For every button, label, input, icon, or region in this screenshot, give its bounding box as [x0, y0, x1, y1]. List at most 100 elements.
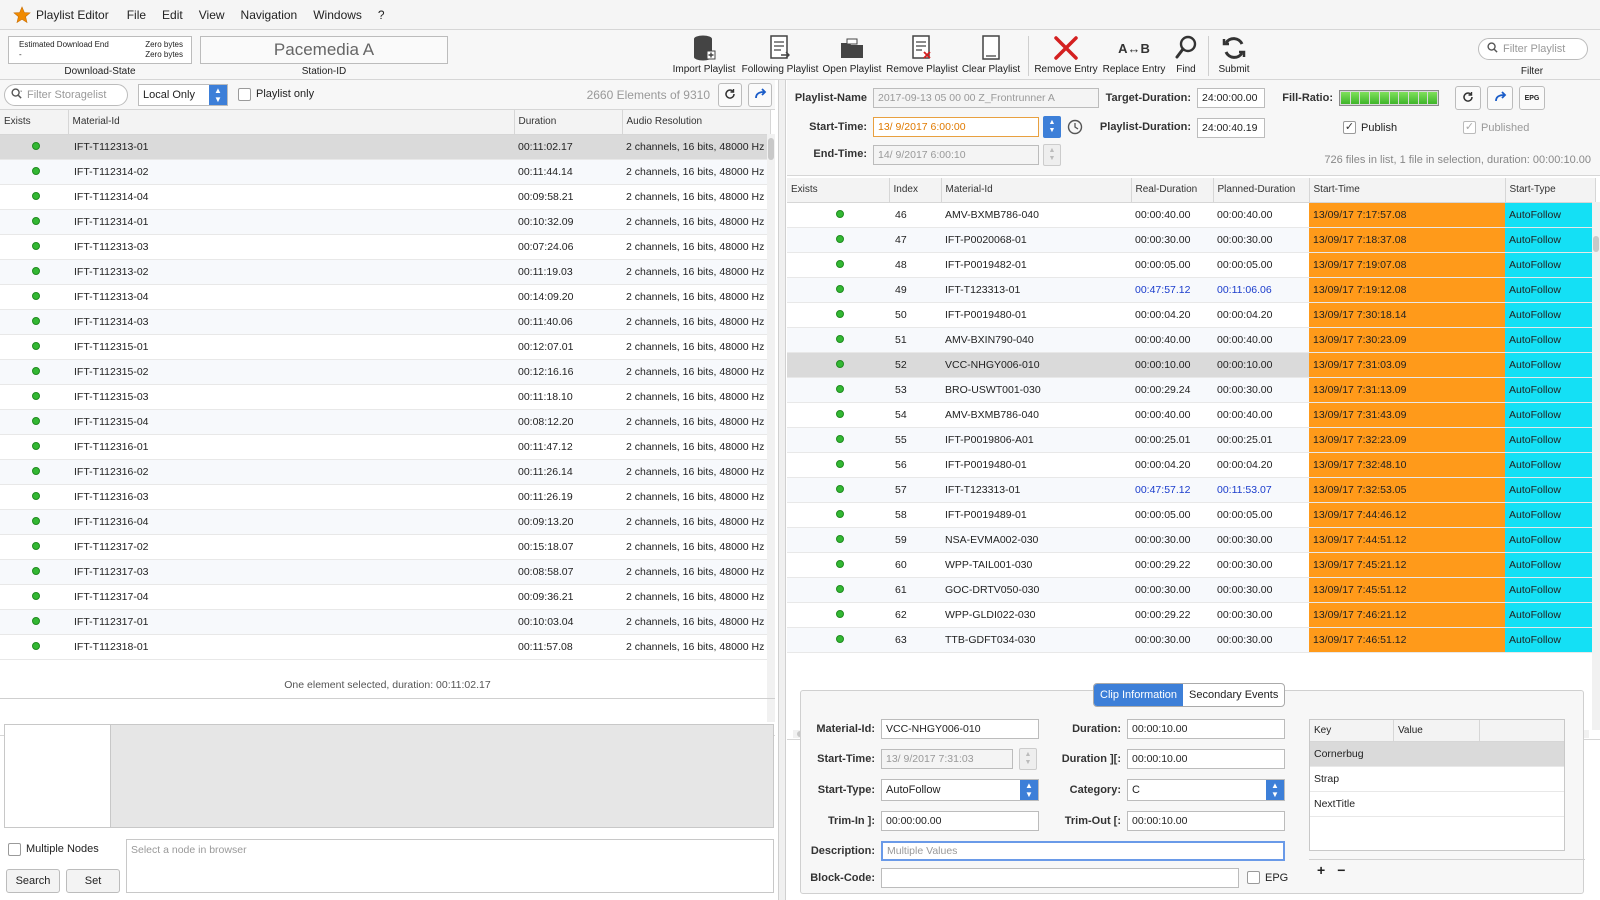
table-row[interactable]: 48 IFT-P0019482-01 00:00:05.00 00:00:05.00 1…: [787, 252, 1595, 278]
table-row[interactable]: 56 IFT-P0019480-01 00:00:04.20 00:00:04.20 1…: [787, 452, 1595, 478]
table-row[interactable]: IFT-T112313-01 00:11:02.17 2 channels, 16 …: [0, 134, 770, 160]
table-row[interactable]: IFT-T112317-02 00:15:18.07 2 channels, 16 …: [0, 534, 770, 560]
menu-windows[interactable]: Windows: [313, 8, 362, 22]
duration-input[interactable]: 00:00:10.00: [1127, 719, 1285, 739]
menu-help[interactable]: ?: [378, 8, 385, 22]
col-start-type[interactable]: Start-Type: [1505, 178, 1596, 203]
clear-playlist-button[interactable]: Clear Playlist: [960, 33, 1022, 79]
col-exists[interactable]: Exists: [0, 110, 69, 135]
forward-playlist-button[interactable]: [1487, 86, 1513, 110]
scope-select[interactable]: Local Only ▲ ▼: [138, 84, 228, 106]
table-row[interactable]: IFT-T112314-03 00:11:40.06 2 channels, 16 …: [0, 309, 770, 335]
remove-row-icon[interactable]: −: [1337, 862, 1345, 878]
remove-playlist-button[interactable]: Remove Playlist: [886, 33, 958, 79]
table-row[interactable]: IFT-T112314-01 00:10:32.09 2 channels, 16 …: [0, 209, 770, 235]
target-duration-input[interactable]: 24:00:00.00: [1197, 88, 1265, 108]
clock-icon[interactable]: [1067, 119, 1083, 138]
playlist-only-checkbox[interactable]: [238, 88, 251, 101]
table-row[interactable]: 52 VCC-NHGY006-010 00:00:10.00 00:00:10.00 1…: [787, 352, 1595, 378]
menu-view[interactable]: View: [199, 8, 225, 22]
table-row[interactable]: IFT-T112317-04 00:09:36.21 2 channels, 16 …: [0, 584, 770, 610]
following-playlist-button[interactable]: Following Playlist: [742, 33, 818, 79]
submit-button[interactable]: Submit: [1214, 33, 1254, 79]
table-row[interactable]: IFT-T112315-02 00:12:16.16 2 channels, 16 …: [0, 359, 770, 385]
find-button[interactable]: Find: [1168, 33, 1204, 79]
filter-playlist-input[interactable]: Filter Playlist: [1478, 38, 1588, 60]
table-row[interactable]: 53 BRO-USWT001-030 00:00:29.24 00:00:30.00 1…: [787, 377, 1595, 403]
table-row[interactable]: IFT-T112315-04 00:08:12.20 2 channels, 16 …: [0, 409, 770, 435]
kv-row[interactable]: Strap: [1310, 767, 1564, 792]
replace-entry-button[interactable]: A↔B Replace Entry: [1102, 33, 1166, 79]
filter-storagelist-input[interactable]: Filter Storagelist: [4, 84, 128, 106]
table-row[interactable]: 57 IFT-T123313-01 00:47:57.12 00:11:53.07 13…: [787, 477, 1595, 503]
menu-file[interactable]: File: [127, 8, 146, 22]
table-row[interactable]: 47 IFT-P0020068-01 00:00:30.00 00:00:30.00 1…: [787, 227, 1595, 253]
playlist-vscroll-thumb[interactable]: [1593, 236, 1599, 252]
forward-storage-button[interactable]: [748, 83, 772, 107]
publish-checkbox[interactable]: ✓: [1343, 121, 1356, 134]
playlist-name-input[interactable]: 2017-09-13 05 00 00 Z_Frontrunner A: [873, 88, 1099, 108]
refresh-storage-button[interactable]: [718, 83, 742, 107]
table-row[interactable]: IFT-T112318-01 00:11:57.08 2 channels, 16 …: [0, 634, 770, 660]
set-button[interactable]: Set: [66, 869, 120, 893]
kv-row[interactable]: Cornerbug: [1310, 742, 1564, 767]
table-row[interactable]: IFT-T112313-03 00:07:24.06 2 channels, 16 …: [0, 234, 770, 260]
storage-vscrollbar[interactable]: [767, 134, 775, 722]
col-exists[interactable]: Exists: [787, 178, 890, 203]
col-start-time[interactable]: Start-Time: [1309, 178, 1506, 203]
table-row[interactable]: 61 GOC-DRTV050-030 00:00:30.00 00:00:30.00 1…: [787, 577, 1595, 603]
table-row[interactable]: IFT-T112315-03 00:11:18.10 2 channels, 16 …: [0, 384, 770, 410]
duration2-input[interactable]: 00:00:10.00: [1127, 749, 1285, 769]
table-row[interactable]: 58 IFT-P0019489-01 00:00:05.00 00:00:05.00 1…: [787, 502, 1595, 528]
station-id-field[interactable]: Pacemedia A: [200, 36, 448, 64]
table-row[interactable]: 50 IFT-P0019480-01 00:00:04.20 00:00:04.20 1…: [787, 302, 1595, 328]
col-planned-duration[interactable]: Planned-Duration: [1213, 178, 1310, 203]
table-row[interactable]: IFT-T112315-01 00:12:07.01 2 channels, 16 …: [0, 334, 770, 360]
table-row[interactable]: 46 AMV-BXMB786-040 00:00:40.00 00:00:40.00 1…: [787, 202, 1595, 228]
kv-col-value[interactable]: Value: [1394, 720, 1480, 741]
table-row[interactable]: IFT-T112314-04 00:09:58.21 2 channels, 16 …: [0, 184, 770, 210]
menu-navigation[interactable]: Navigation: [241, 8, 298, 22]
table-row[interactable]: 62 WPP-GLDI022-030 00:00:29.22 00:00:30.00 1…: [787, 602, 1595, 628]
material-id-input[interactable]: VCC-NHGY006-010: [881, 719, 1039, 739]
col-audio-resolution[interactable]: Audio Resolution: [622, 110, 771, 135]
col-index[interactable]: Index: [889, 178, 942, 203]
trim-in-input[interactable]: 00:00:00.00: [881, 811, 1039, 831]
storage-vscroll-thumb[interactable]: [768, 138, 774, 160]
start-type-select[interactable]: AutoFollow ▲ ▼: [881, 779, 1039, 801]
table-row[interactable]: 55 IFT-P0019806-A01 00:00:25.01 00:00:25.01…: [787, 427, 1595, 453]
node-path-input[interactable]: Select a node in browser: [126, 839, 774, 893]
col-material-id[interactable]: Material-Id: [941, 178, 1132, 203]
kv-row[interactable]: NextTitle: [1310, 792, 1564, 817]
table-row[interactable]: IFT-T112317-01 00:10:03.04 2 channels, 16 …: [0, 609, 770, 635]
table-row[interactable]: 51 AMV-BXIN790-040 00:00:40.00 00:00:40.00 1…: [787, 327, 1595, 353]
table-row[interactable]: 49 IFT-T123313-01 00:47:57.12 00:11:06.06 13…: [787, 277, 1595, 303]
table-row[interactable]: 60 WPP-TAIL001-030 00:00:29.22 00:00:30.00 1…: [787, 552, 1595, 578]
col-material-id[interactable]: Material-Id: [68, 110, 515, 135]
table-row[interactable]: 63 TTB-GDFT034-030 00:00:30.00 00:00:30.00 1…: [787, 627, 1595, 653]
search-button[interactable]: Search: [6, 869, 60, 893]
table-row[interactable]: IFT-T112316-01 00:11:47.12 2 channels, 16 …: [0, 434, 770, 460]
table-row[interactable]: IFT-T112314-02 00:11:44.14 2 channels, 16 …: [0, 159, 770, 185]
trim-out-input[interactable]: 00:00:10.00: [1127, 811, 1285, 831]
table-row[interactable]: IFT-T112313-04 00:14:09.20 2 channels, 16 …: [0, 284, 770, 310]
refresh-playlist-button[interactable]: [1455, 86, 1481, 110]
table-row[interactable]: IFT-T112316-02 00:11:26.14 2 channels, 16 …: [0, 459, 770, 485]
open-playlist-button[interactable]: Open Playlist: [822, 33, 882, 79]
menu-edit[interactable]: Edit: [162, 8, 183, 22]
epg-button[interactable]: EPG: [1519, 86, 1545, 110]
block-code-input[interactable]: [881, 868, 1239, 888]
panel-splitter[interactable]: [778, 80, 786, 900]
table-row[interactable]: 54 AMV-BXMB786-040 00:00:40.00 00:00:40.00 1…: [787, 402, 1595, 428]
remove-entry-button[interactable]: Remove Entry: [1034, 33, 1098, 79]
col-duration[interactable]: Duration: [514, 110, 623, 135]
epg-checkbox[interactable]: [1247, 871, 1260, 884]
table-row[interactable]: IFT-T112313-02 00:11:19.03 2 channels, 16 …: [0, 259, 770, 285]
table-row[interactable]: IFT-T112316-03 00:11:26.19 2 channels, 16 …: [0, 484, 770, 510]
description-input[interactable]: Multiple Values: [881, 841, 1285, 861]
tab-clip-information[interactable]: Clip Information: [1094, 684, 1184, 706]
node-browser[interactable]: [4, 724, 774, 828]
multiple-nodes-checkbox[interactable]: [8, 843, 21, 856]
playlist-vscrollbar[interactable]: [1592, 202, 1600, 730]
table-row[interactable]: IFT-T112316-04 00:09:13.20 2 channels, 16 …: [0, 509, 770, 535]
